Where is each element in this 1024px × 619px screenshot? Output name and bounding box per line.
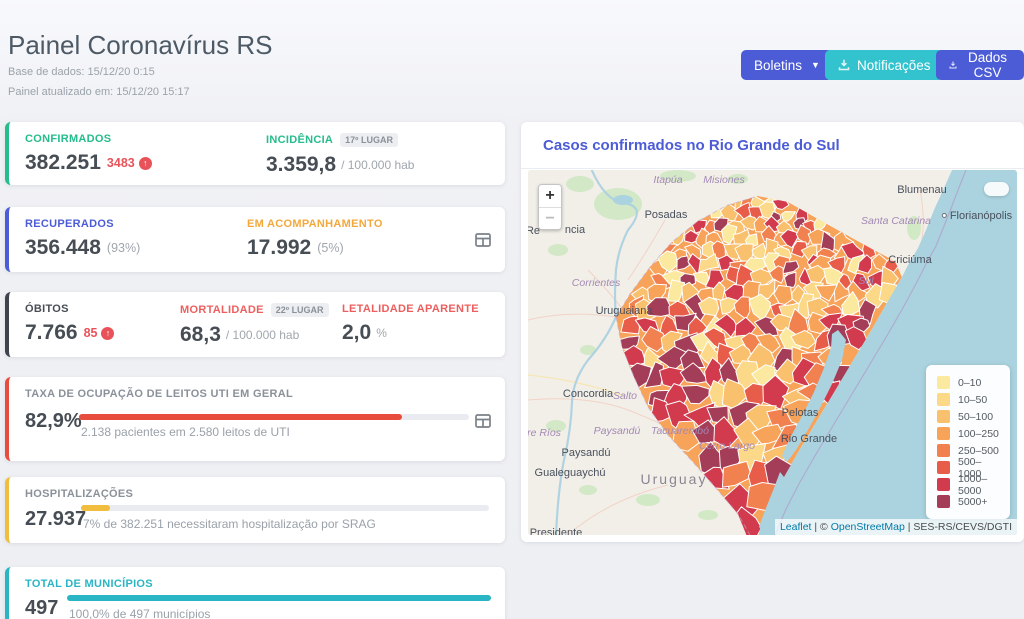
hospitalizacoes-progress-track	[81, 505, 489, 511]
acompanhamento-pct: (5%)	[317, 241, 343, 255]
dados-csv-label: Dados CSV	[964, 50, 1011, 80]
legend-range-label: 1000–5000	[958, 473, 1001, 497]
uti-progress-fill	[79, 414, 402, 420]
arrow-up-circle-icon: ↑	[101, 327, 114, 340]
zoom-in-button[interactable]: +	[539, 185, 561, 207]
hospitalizacoes-label: HOSPITALIZAÇÕES	[25, 488, 133, 500]
basemap-lake	[613, 195, 633, 205]
map-zoom-control: + −	[538, 184, 562, 230]
card-hospitalizacoes: HOSPITALIZAÇÕES 27.937 7% de 382.251 nec…	[5, 477, 505, 543]
hospitalizacoes-progress-fill	[81, 505, 110, 511]
legend-range-label: 100–250	[958, 428, 999, 440]
legend-row: 100–250	[937, 425, 1001, 442]
legend-swatch	[937, 495, 950, 508]
dados-csv-download-button[interactable]: Dados CSV	[936, 50, 1024, 80]
obitos-value: 7.766	[25, 321, 78, 345]
acompanhamento-label: EM ACOMPANHAMENTO	[247, 218, 383, 230]
legend-row: 50–100	[937, 408, 1001, 425]
legend-swatch	[937, 393, 950, 406]
card-recuperados: RECUPERADOS 356.448 (93%) EM ACOMPANHAME…	[5, 207, 505, 272]
confirmados-delta: 3483	[107, 156, 135, 170]
map-card: Casos confirmados no Rio Grande do Sul	[521, 122, 1024, 542]
legend-row: 10–50	[937, 391, 1001, 408]
boletins-label: Boletins	[754, 58, 802, 73]
attribution-separator: | ©	[811, 521, 830, 533]
uti-progress-track	[79, 414, 469, 420]
hospitalizacoes-value: 27.937	[25, 508, 86, 531]
legend-range-label: 0–10	[958, 377, 981, 389]
arrow-up-circle-icon: ↑	[139, 157, 152, 170]
chevron-down-icon: ▼	[811, 60, 820, 70]
zoom-out-button[interactable]: −	[539, 207, 561, 229]
legend-range-label: 50–100	[958, 411, 993, 423]
hospitalizacoes-subtext: 7% de 382.251 necessitaram hospitalizaçã…	[83, 517, 376, 531]
legend-swatch	[937, 427, 950, 440]
map-attribution: Leaflet | © OpenStreetMap | SES-RS/CEVS/…	[775, 519, 1017, 535]
acompanhamento-value: 17.992	[247, 236, 311, 260]
download-icon	[949, 59, 957, 71]
confirmados-label: CONFIRMADOS	[25, 133, 152, 145]
download-icon	[838, 59, 850, 71]
recuperados-pct: (93%)	[107, 241, 140, 255]
notificacoes-label: Notificações	[857, 58, 931, 73]
incidencia-label: INCIDÊNCIA	[266, 134, 333, 146]
database-date: Base de dados: 15/12/20 0:15	[8, 66, 155, 78]
municipios-value: 497	[25, 597, 58, 619]
updated-date: Painel atualizado em: 15/12/20 15:17	[8, 86, 190, 98]
legend-swatch	[937, 410, 950, 423]
recuperados-label: RECUPERADOS	[25, 218, 140, 230]
legend-row: 1000–5000	[937, 476, 1001, 493]
municipios-progress-fill	[67, 595, 491, 601]
table-icon[interactable]	[475, 413, 491, 429]
legend-range-label: 10–50	[958, 394, 987, 406]
incidencia-value: 3.359,8	[266, 153, 336, 177]
legend-swatch	[937, 444, 950, 457]
incidencia-rank-badge: 17º LUGAR	[340, 133, 398, 147]
letalidade-value: 2,0	[342, 321, 371, 345]
mortalidade-value: 68,3	[180, 323, 221, 347]
notificacoes-download-button[interactable]: Notificações	[825, 50, 944, 80]
uti-value: 82,9%	[25, 410, 82, 433]
confirmados-value: 382.251	[25, 151, 101, 175]
legend-swatch	[937, 376, 950, 389]
incidencia-unit: / 100.000 hab	[341, 158, 414, 172]
map-legend-rows: 0–1010–5050–100100–250250–500500–1000100…	[937, 374, 1001, 510]
page-title: Painel Coronavírus RS	[8, 30, 272, 61]
mortalidade-label: MORTALIDADE	[180, 304, 264, 316]
mortalidade-unit: / 100.000 hab	[226, 328, 299, 342]
map-title: Casos confirmados no Rio Grande do Sul	[521, 122, 1024, 169]
uti-label: TAXA DE OCUPAÇÃO DE LEITOS UTI EM GERAL	[25, 388, 293, 400]
municipios-subtext: 100,0% de 497 municípios	[69, 607, 210, 619]
map-layers-toggle[interactable]	[984, 182, 1009, 196]
municipios-label: TOTAL DE MUNICÍPIOS	[25, 578, 153, 590]
letalidade-unit: %	[376, 326, 387, 340]
obitos-label: ÓBITOS	[25, 303, 114, 315]
legend-swatch	[937, 478, 950, 491]
card-confirmados: CONFIRMADOS 382.251 3483 ↑ INCIDÊNCIA 17…	[5, 122, 505, 185]
openstreetmap-link[interactable]: OpenStreetMap	[831, 521, 905, 533]
mortalidade-rank-badge: 22º LUGAR	[271, 303, 329, 317]
legend-range-label: 5000+	[958, 496, 988, 508]
legend-row: 0–10	[937, 374, 1001, 391]
map-legend: 0–1010–5050–100100–250250–500500–1000100…	[926, 365, 1010, 519]
card-obitos: ÓBITOS 7.766 85 ↑ MORTALIDADE 22º LUGAR …	[5, 292, 505, 357]
legend-swatch	[937, 461, 950, 474]
attribution-source: | SES-RS/CEVS/DGTI	[905, 521, 1012, 533]
map-area[interactable]: ItapúaMisionesPosadasBlumenauSanta Catar…	[528, 170, 1017, 535]
municipios-progress-track	[67, 595, 491, 601]
recuperados-value: 356.448	[25, 236, 101, 260]
dashboard-page: Painel Coronavírus RS Base de dados: 15/…	[0, 0, 1024, 619]
letalidade-label: LETALIDADE APARENTE	[342, 303, 479, 315]
leaflet-link[interactable]: Leaflet	[780, 521, 812, 533]
boletins-button[interactable]: Boletins ▼	[741, 50, 833, 80]
obitos-delta: 85	[84, 326, 98, 340]
table-icon[interactable]	[475, 232, 491, 248]
uti-subtext: 2.138 pacientes em 2.580 leitos de UTI	[81, 425, 290, 439]
card-uti: TAXA DE OCUPAÇÃO DE LEITOS UTI EM GERAL …	[5, 377, 505, 461]
card-municipios: TOTAL DE MUNICÍPIOS 497 100,0% de 497 mu…	[5, 567, 505, 619]
